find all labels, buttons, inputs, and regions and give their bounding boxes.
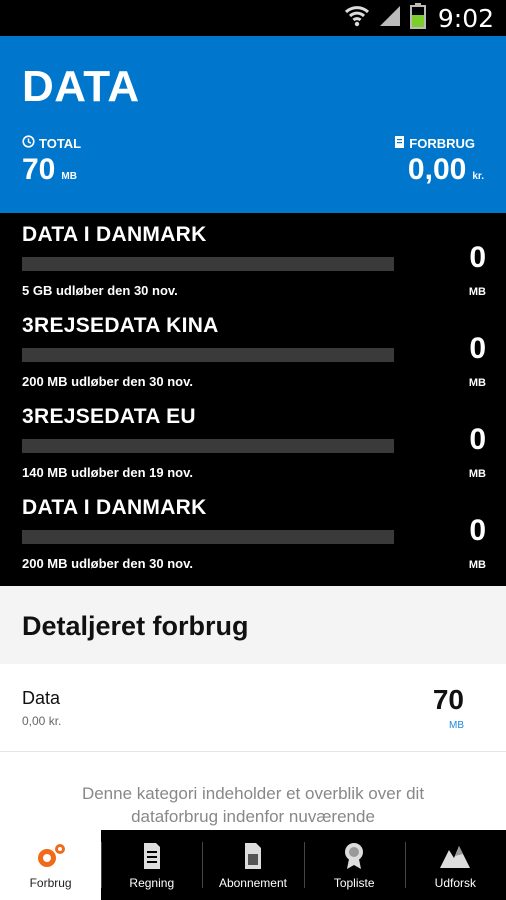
data-header: DATA TOTAL 70 MB FORBRUG 0,00 kr. — [0, 36, 506, 213]
package-expiry: 140 MB udløber den 19 nov. — [22, 465, 193, 480]
package-title: DATA I DANMARK — [22, 223, 207, 246]
package-title: 3REJSEDATA EU — [22, 405, 196, 428]
package-title: 3REJSEDATA KINA — [22, 314, 219, 337]
usage-value: 0,00 kr. — [407, 153, 484, 186]
package-title: DATA I DANMARK — [22, 496, 207, 519]
detail-item-unit: MB — [449, 720, 464, 731]
detail-item-name: Data — [22, 688, 61, 708]
sim-card-icon — [243, 842, 263, 870]
package-used-value: 0 — [469, 241, 486, 274]
package-used-unit: MB — [468, 559, 486, 571]
status-clock: 9:02 — [437, 3, 494, 33]
award-icon — [342, 842, 366, 870]
usage-progress-bar — [22, 348, 394, 362]
data-package-row[interactable]: DATA I DANMARK 200 MB udløber den 30 nov… — [0, 486, 506, 577]
data-package-row[interactable]: DATA I DANMARK 5 GB udløber den 30 nov. … — [0, 213, 506, 304]
package-used-value: 0 — [469, 423, 486, 456]
nav-item-regning[interactable]: Regning — [101, 830, 202, 900]
bottom-navigation: Forbrug Regning Abonnement Topliste Udfo… — [0, 830, 506, 900]
package-used-value: 0 — [469, 332, 486, 365]
data-package-row[interactable]: 3REJSEDATA KINA 200 MB udløber den 30 no… — [0, 304, 506, 395]
package-used-value: 0 — [469, 514, 486, 547]
detail-usage-row[interactable]: Data 0,00 kr. 70 MB — [0, 664, 506, 752]
nav-label: Abonnement — [218, 876, 287, 890]
nav-label: Regning — [129, 876, 175, 890]
signal-icon — [378, 4, 402, 33]
data-package-row[interactable]: 3REJSEDATA EU 140 MB udløber den 19 nov.… — [0, 395, 506, 486]
total-value: 70 MB — [22, 153, 77, 186]
status-bar: 9:02 — [0, 0, 506, 36]
detail-heading: Detaljeret forbrug — [22, 611, 249, 641]
data-package-list: DATA I DANMARK 5 GB udløber den 30 nov. … — [0, 213, 506, 586]
usage-progress-bar — [22, 530, 394, 544]
clock-icon — [22, 135, 35, 151]
page-title: DATA — [22, 62, 140, 111]
nav-item-forbrug[interactable]: Forbrug — [0, 830, 102, 900]
total-label: TOTAL — [22, 135, 81, 151]
usage-progress-bar — [22, 439, 394, 453]
nav-label: Topliste — [333, 876, 375, 890]
nav-item-topliste[interactable]: Topliste — [303, 830, 405, 900]
detail-item-price: 0,00 kr. — [22, 714, 62, 728]
nav-label: Udforsk — [434, 876, 477, 890]
detail-item-value: 70 — [432, 684, 464, 715]
package-expiry: 200 MB udløber den 30 nov. — [22, 374, 193, 389]
bill-icon — [142, 842, 162, 870]
detail-section-header: Detaljeret forbrug — [0, 586, 506, 664]
nav-item-udforsk[interactable]: Udforsk — [404, 830, 506, 900]
category-description: Denne kategori indeholder et overblik ov… — [81, 784, 425, 826]
explore-icon — [439, 842, 471, 870]
wifi-icon — [344, 4, 370, 33]
package-used-unit: MB — [468, 377, 486, 389]
usage-label: FORBRUG — [394, 135, 475, 152]
package-used-unit: MB — [468, 286, 486, 298]
battery-icon — [409, 2, 426, 34]
package-expiry: 5 GB udløber den 30 nov. — [22, 283, 178, 298]
package-expiry: 200 MB udløber den 30 nov. — [22, 556, 193, 571]
nav-label: Forbrug — [29, 876, 72, 890]
usage-progress-bar — [22, 257, 394, 271]
receipt-icon — [394, 135, 405, 152]
usage-icon — [35, 842, 67, 870]
nav-item-abonnement[interactable]: Abonnement — [202, 830, 303, 900]
package-used-unit: MB — [468, 468, 486, 480]
